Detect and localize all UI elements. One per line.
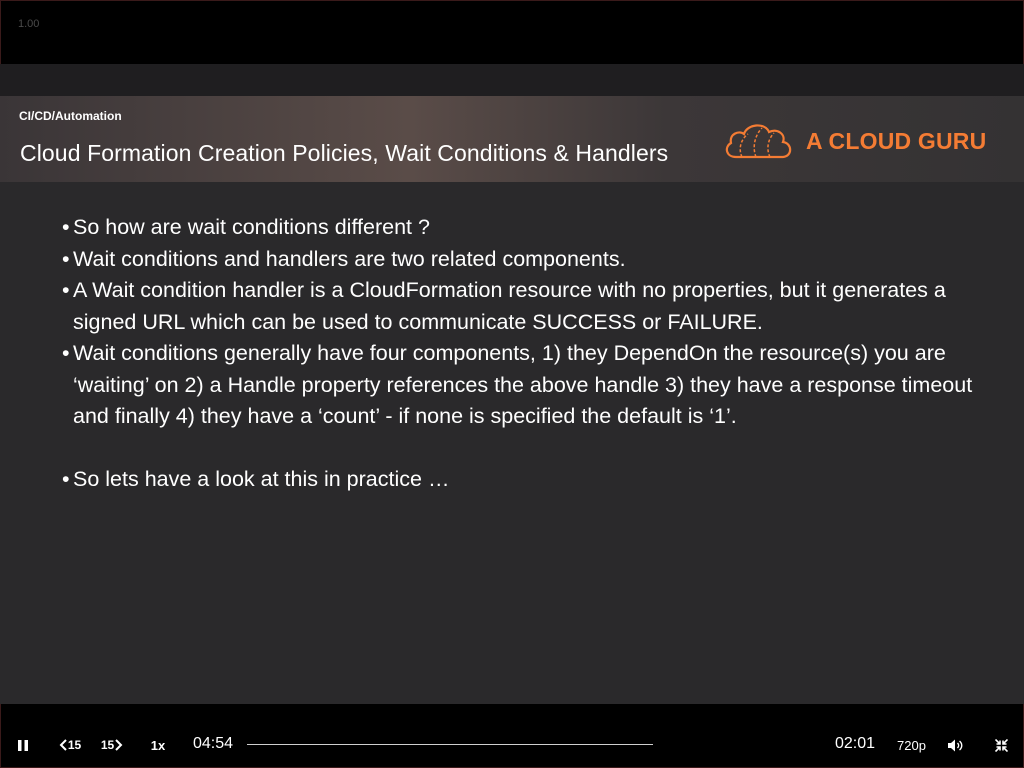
bullet-text: A Wait condition handler is a CloudForma… [73, 278, 946, 334]
forward-15-button[interactable]: 15 [99, 736, 125, 754]
video-slide: CI/CD/Automation Cloud Formation Creatio… [0, 64, 1024, 704]
volume-icon [948, 739, 963, 751]
breadcrumb: CI/CD/Automation [19, 109, 122, 123]
bullet-dot: • [62, 467, 70, 491]
logo-text: A CLOUD GURU [806, 127, 987, 154]
bullet-spacer [62, 433, 982, 465]
bullet-dot: • [62, 278, 70, 302]
bullet-item: • A Wait condition handler is a CloudFor… [62, 275, 982, 338]
rewind-15-button[interactable]: 15 [57, 736, 83, 754]
acloudguru-logo: A CLOUD GURU [722, 118, 1002, 164]
bullet-item: • So lets have a look at this in practic… [62, 464, 982, 496]
remaining-time: 02:01 [835, 735, 876, 752]
bullet-dot: • [62, 341, 70, 365]
playback-speed-button[interactable]: 1x [147, 736, 169, 754]
rewind-label: 15 [67, 738, 82, 752]
bullet-item: • Wait conditions generally have four co… [62, 338, 982, 433]
forward-15-icon [115, 739, 123, 751]
exit-fullscreen-icon [994, 738, 1008, 752]
progress-bar[interactable] [247, 744, 653, 745]
volume-button[interactable] [947, 736, 965, 754]
bullet-item: • So how are wait conditions different ? [62, 212, 982, 244]
elapsed-time: 04:54 [193, 735, 234, 752]
cloud-logo-icon [725, 124, 792, 159]
quality-selector[interactable]: 720p [897, 738, 926, 753]
pause-button[interactable] [14, 736, 32, 754]
slide-top-strip [0, 64, 1024, 96]
exit-fullscreen-button[interactable] [992, 736, 1010, 754]
player-control-bar: 15 15 1x 04:54 02:01 720p [0, 722, 1024, 768]
zoom-level: 1.00 [18, 18, 40, 30]
bullet-text: So lets have a look at this in practice … [73, 467, 450, 491]
bullet-dot: • [62, 215, 70, 239]
slide-bullet-list: • So how are wait conditions different ?… [62, 212, 982, 496]
rewind-15-icon [59, 739, 67, 751]
pause-icon [18, 739, 28, 751]
bullet-dot: • [62, 246, 70, 271]
forward-label: 15 [100, 738, 115, 752]
slide-title: Cloud Formation Creation Policies, Wait … [20, 140, 669, 166]
bullet-item: • Wait conditions and handlers are two r… [62, 244, 982, 276]
bullet-text: Wait conditions generally have four comp… [73, 341, 973, 428]
bullet-text: Wait conditions and handlers are two rel… [73, 246, 626, 271]
bullet-text: So how are wait conditions different ? [73, 215, 430, 239]
